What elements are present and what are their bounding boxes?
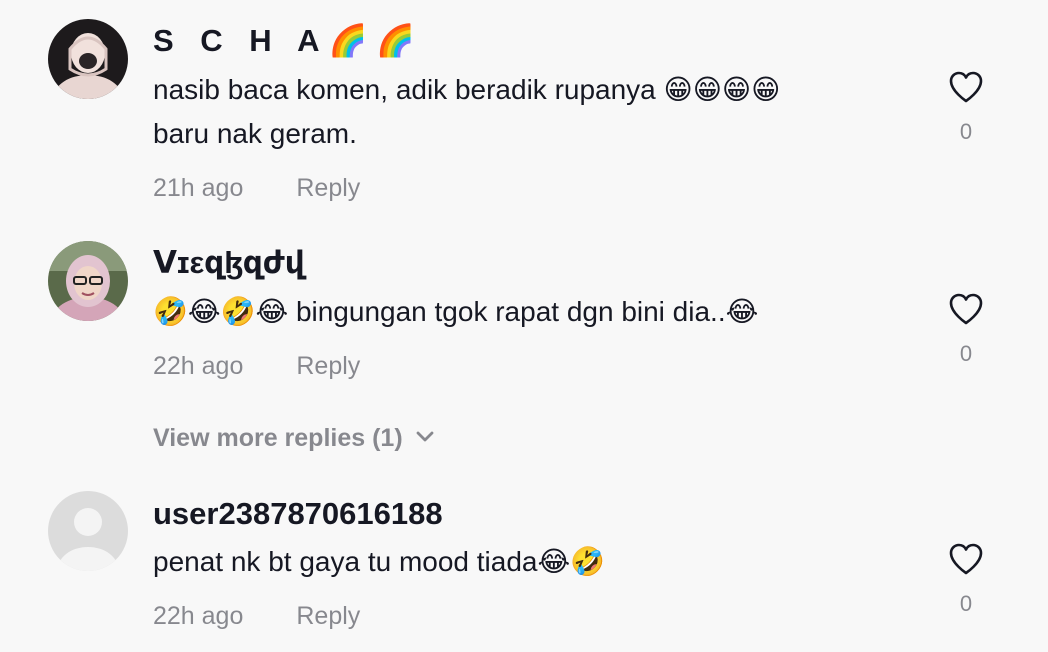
- comment-text: 🤣😂🤣😂 bingungan tgok rapat dgn bini dia..…: [153, 290, 893, 334]
- comment-text: nasib baca komen, adik beradik rupanya 😁…: [153, 68, 893, 156]
- comment-timestamp: 22h ago: [153, 602, 244, 630]
- view-more-replies-button[interactable]: View more replies (1): [153, 422, 435, 454]
- comment-username[interactable]: user2387870616188: [153, 494, 443, 534]
- reply-button[interactable]: Reply: [296, 352, 360, 380]
- comment-timestamp: 22h ago: [153, 352, 244, 380]
- avatar[interactable]: [48, 491, 128, 571]
- like-button[interactable]: 0: [944, 292, 988, 368]
- comment-meta: 22h ago Reply: [153, 600, 360, 632]
- avatar[interactable]: [48, 241, 128, 321]
- comment-meta: 21h ago Reply: [153, 172, 360, 204]
- comment-username[interactable]: S C H A🌈🌈: [153, 21, 424, 61]
- like-button[interactable]: 0: [944, 70, 988, 146]
- comment-text-line: penat nk bt gaya tu mood tiada😂🤣: [153, 546, 606, 577]
- avatar[interactable]: [48, 19, 128, 99]
- heart-icon: [949, 543, 983, 575]
- heart-icon: [949, 71, 983, 103]
- avatar-photo: [48, 241, 128, 321]
- chevron-down-icon: [416, 431, 434, 442]
- like-count: 0: [959, 341, 973, 366]
- comment-text: penat nk bt gaya tu mood tiada😂🤣: [153, 540, 893, 584]
- comment-text-line: baru nak geram.: [153, 118, 357, 149]
- comment-username[interactable]: ᐯɪεզɮզժվ: [153, 243, 305, 283]
- reply-button[interactable]: Reply: [296, 602, 360, 630]
- comment-text-line: 🤣😂🤣😂 bingungan tgok rapat dgn bini dia..…: [153, 296, 759, 327]
- comment-timestamp: 21h ago: [153, 174, 244, 202]
- like-count: 0: [959, 591, 973, 616]
- default-avatar-icon: [48, 491, 128, 571]
- heart-icon: [949, 293, 983, 325]
- comment-meta: 22h ago Reply: [153, 350, 360, 382]
- comment-text-line: nasib baca komen, adik beradik rupanya 😁…: [153, 74, 781, 105]
- avatar-photo: [48, 19, 128, 99]
- like-count: 0: [959, 119, 973, 144]
- like-button[interactable]: 0: [944, 542, 988, 618]
- reply-button[interactable]: Reply: [296, 174, 360, 202]
- view-more-replies-label: View more replies (1): [153, 424, 403, 452]
